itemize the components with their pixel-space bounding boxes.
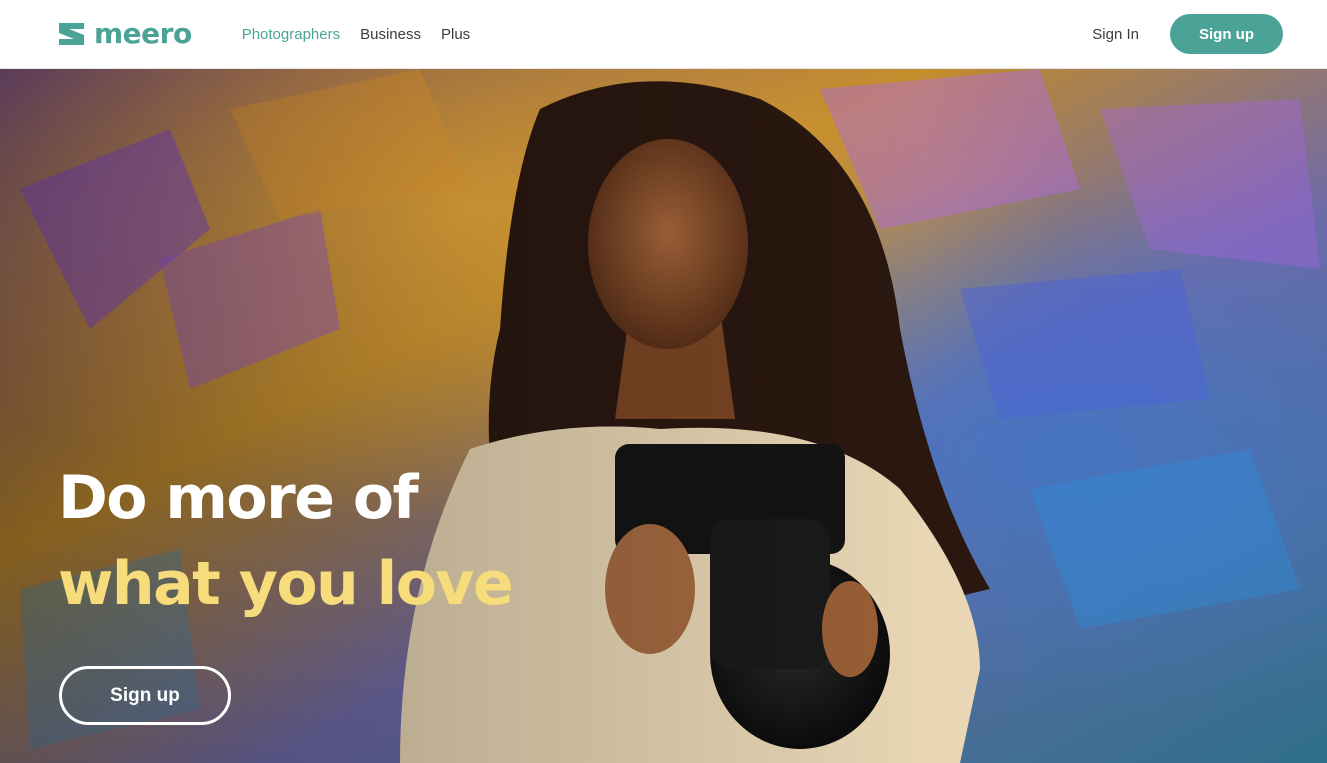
hero-section: Do more of what you love Sign up: [0, 69, 1327, 763]
header-sign-up-button[interactable]: Sign up: [1170, 14, 1283, 54]
top-navbar: meero Photographers Business Plus Sign I…: [0, 0, 1327, 69]
meero-z-logo-icon: [59, 23, 84, 45]
nav-link-plus[interactable]: Plus: [441, 26, 470, 43]
sign-in-link[interactable]: Sign In: [1092, 26, 1139, 43]
nav-link-business[interactable]: Business: [360, 26, 421, 43]
nav-link-photographers[interactable]: Photographers: [242, 26, 340, 43]
main-nav: Photographers Business Plus: [242, 26, 470, 43]
nav-actions: Sign In Sign up: [1092, 14, 1283, 54]
hero-overlay: [0, 69, 1327, 763]
hero-headline: Do more of what you love: [58, 455, 514, 627]
meero-logo[interactable]: meero: [58, 14, 192, 54]
headline-line-2: what you love: [58, 549, 514, 619]
logo-wordmark: meero: [94, 17, 192, 50]
hero-sign-up-button[interactable]: Sign up: [59, 666, 231, 725]
headline-line-1: Do more of: [58, 463, 419, 533]
